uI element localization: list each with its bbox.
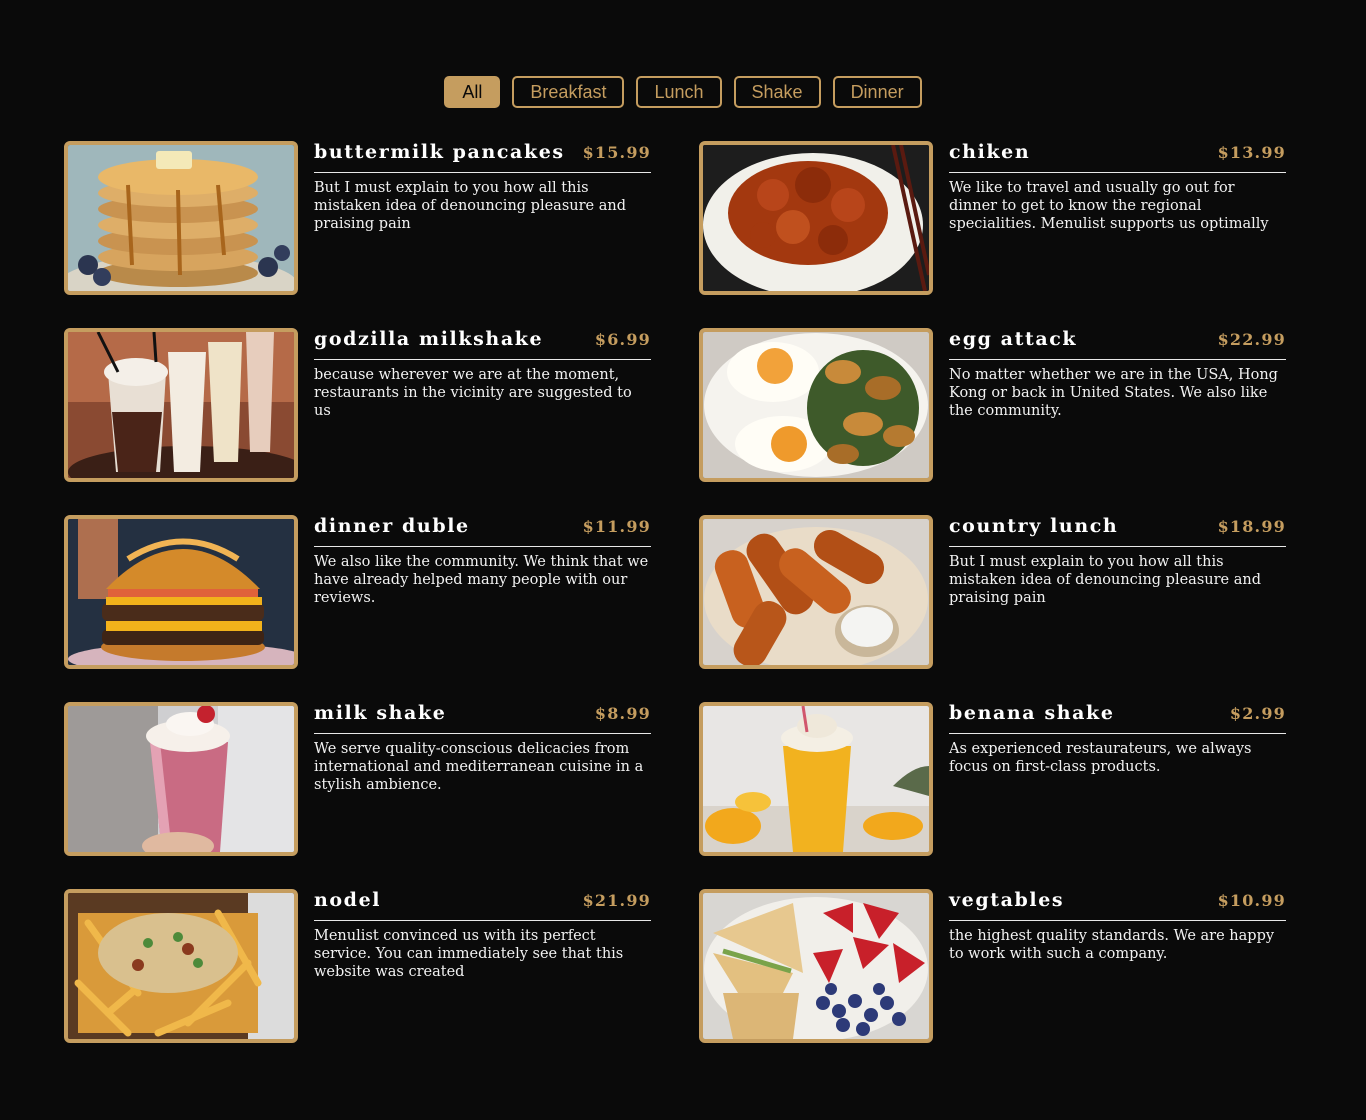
milkshakes-photo (64, 328, 298, 482)
item-title: country lunch (949, 515, 1119, 537)
menu-item: benana shake $2.99 As experienced restau… (699, 702, 1286, 856)
item-price: $8.99 (594, 704, 651, 723)
item-description: We like to travel and usually go out for… (949, 180, 1269, 232)
quesadilla-photo (699, 889, 933, 1043)
mango-shake-photo (699, 702, 933, 856)
item-description: the highest quality standards. We are ha… (949, 928, 1275, 962)
item-title: nodel (314, 889, 382, 911)
item-price: $21.99 (582, 891, 651, 910)
item-description: Menulist convinced us with its perfect s… (314, 928, 624, 980)
category-filter-bar: All Breakfast Lunch Shake Dinner (0, 76, 1366, 108)
menu-item: dinner duble $11.99 We also like the com… (64, 515, 651, 669)
filter-lunch-button[interactable]: Lunch (636, 76, 722, 108)
filter-dinner-button[interactable]: Dinner (832, 76, 922, 108)
chicken-tenders-photo (699, 515, 933, 669)
item-title: benana shake (949, 702, 1115, 724)
item-title: dinner duble (314, 515, 470, 537)
eggs-photo (699, 328, 933, 482)
item-title: chiken (949, 141, 1031, 163)
item-description: But I must explain to you how all this m… (949, 554, 1261, 606)
item-description: because wherever we are at the moment, r… (314, 367, 632, 419)
item-title: buttermilk pancakes (314, 141, 565, 163)
item-price: $10.99 (1217, 891, 1286, 910)
item-title: egg attack (949, 328, 1078, 350)
filter-all-button[interactable]: All (444, 76, 501, 108)
item-title: milk shake (314, 702, 447, 724)
item-description: As experienced restaurateurs, we always … (949, 741, 1252, 775)
filter-shake-button[interactable]: Shake (733, 76, 821, 108)
item-description: No matter whether we are in the USA, Hon… (949, 367, 1278, 419)
pink-milkshake-photo (64, 702, 298, 856)
item-price: $13.99 (1217, 143, 1286, 162)
loaded-fries-photo (64, 889, 298, 1043)
menu-item: egg attack $22.99 No matter whether we a… (699, 328, 1286, 482)
menu-item: nodel $21.99 Menulist convinced us with … (64, 889, 651, 1043)
item-price: $2.99 (1229, 704, 1286, 723)
item-price: $15.99 (582, 143, 651, 162)
item-price: $22.99 (1217, 330, 1286, 349)
chicken-photo (699, 141, 933, 295)
menu-item: godzilla milkshake $6.99 because whereve… (64, 328, 651, 482)
burger-photo (64, 515, 298, 669)
item-description: We serve quality-conscious delicacies fr… (314, 741, 644, 793)
item-price: $11.99 (582, 517, 651, 536)
item-title: godzilla milkshake (314, 328, 544, 350)
item-description: We also like the community. We think tha… (314, 554, 649, 606)
menu-item: chiken $13.99 We like to travel and usua… (699, 141, 1286, 295)
item-description: But I must explain to you how all this m… (314, 180, 626, 232)
menu-item: vegtables $10.99 the highest quality sta… (699, 889, 1286, 1043)
menu-item: milk shake $8.99 We serve quality-consci… (64, 702, 651, 856)
item-price: $18.99 (1217, 517, 1286, 536)
menu-item: country lunch $18.99 But I must explain … (699, 515, 1286, 669)
item-title: vegtables (949, 889, 1065, 911)
menu-item: buttermilk pancakes $15.99 But I must ex… (64, 141, 651, 295)
item-price: $6.99 (594, 330, 651, 349)
filter-breakfast-button[interactable]: Breakfast (512, 76, 625, 108)
pancakes-photo (64, 141, 298, 295)
menu-grid: buttermilk pancakes $15.99 But I must ex… (64, 141, 1286, 1043)
